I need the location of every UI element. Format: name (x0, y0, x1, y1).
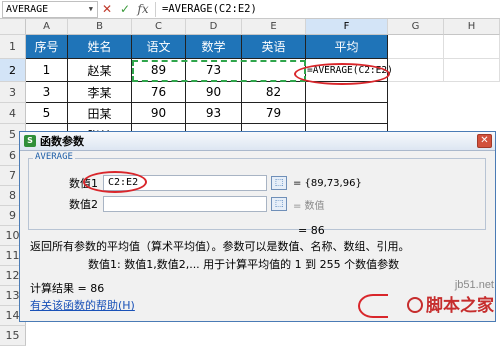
formula-input[interactable]: =AVERAGE(C2:E2) (159, 3, 257, 15)
site-logo-icon (407, 296, 423, 313)
table-cell[interactable]: 90 (186, 82, 242, 103)
table-cell[interactable] (444, 35, 500, 59)
header-cell[interactable]: 语文 (132, 35, 186, 59)
collapse-dialog-icon[interactable]: ⬚ (271, 176, 287, 190)
table-cell[interactable]: 李某 (68, 82, 132, 103)
watermark-name: 脚本之家 (426, 296, 494, 315)
annotation-ellipse (358, 294, 388, 318)
formula-bar: AVERAGE ▼ ✕ ✓ fx =AVERAGE(C2:E2) (0, 0, 500, 19)
formula-result: = 86 (298, 224, 325, 237)
arg1-input[interactable]: C2:E2 (103, 175, 267, 191)
column-header-a[interactable]: A (26, 19, 68, 35)
select-all-corner[interactable] (0, 19, 26, 35)
column-header-g[interactable]: G (388, 19, 444, 35)
table-cell[interactable] (306, 82, 388, 103)
app-logo-icon: S (24, 135, 36, 147)
column-header-e[interactable]: E (242, 19, 306, 35)
table-cell[interactable]: 1 (26, 59, 68, 82)
table-cell[interactable]: 90 (132, 103, 186, 124)
table-cell[interactable] (444, 59, 500, 82)
table-cell[interactable]: 89 (132, 59, 186, 82)
column-header-f[interactable]: F (306, 19, 388, 35)
watermark-logo: 脚本之家 (407, 291, 494, 316)
name-box[interactable]: AVERAGE ▼ (2, 0, 98, 18)
column-header-h[interactable]: H (444, 19, 500, 35)
column-header-c[interactable]: C (132, 19, 186, 35)
table-cell[interactable] (242, 59, 306, 82)
calculation-result: 计算结果 = 86 (30, 282, 105, 295)
header-cell[interactable]: 序号 (26, 35, 68, 59)
row-header[interactable]: 15 (0, 326, 26, 346)
help-link[interactable]: 有关该函数的帮助(H) (30, 297, 135, 313)
column-header-b[interactable]: B (68, 19, 132, 35)
header-cell[interactable]: 英语 (242, 35, 306, 59)
arg2-label: 数值2 (69, 198, 98, 211)
arg1-result: = {89,73,96} (293, 177, 362, 189)
row-header[interactable]: 4 (0, 103, 26, 124)
header-cell[interactable]: 姓名 (68, 35, 132, 59)
active-cell-f2[interactable]: =AVERAGE(C2:E2) (306, 59, 393, 82)
function-name: AVERAGE (33, 152, 75, 162)
cancel-icon[interactable]: ✕ (98, 2, 116, 16)
arg1-label: 数值1 (69, 177, 98, 190)
arguments-group: AVERAGE 数值1 C2:E2 ⬚ = {89,73,96} 数值2 ⬚ =… (28, 152, 486, 230)
insert-function-icon[interactable]: fx (134, 2, 152, 16)
table-cell[interactable]: 赵某 (68, 59, 132, 82)
table-cell[interactable]: 田某 (68, 103, 132, 124)
column-header-d[interactable]: D (186, 19, 242, 35)
arg2-input[interactable] (103, 196, 267, 212)
close-icon[interactable]: ✕ (477, 134, 492, 148)
table-cell[interactable]: 82 (242, 82, 306, 103)
table-cell[interactable]: 79 (242, 103, 306, 124)
watermark: jb51.net 脚本之家 (407, 279, 494, 316)
table-cell[interactable]: 76 (132, 82, 186, 103)
table-cell[interactable] (388, 35, 444, 59)
header-cell[interactable]: 数学 (186, 35, 242, 59)
header-cell[interactable]: 平均 (306, 35, 388, 59)
argument-row-2: 数值2 ⬚ = 数值 (69, 196, 325, 212)
arg2-result: = 数值 (293, 200, 325, 212)
table-cell[interactable]: 93 (186, 103, 242, 124)
function-description: 返回所有参数的平均值（算术平均值）。参数可以是数值、名称、数组、引用。 (30, 240, 410, 253)
argument-description: 数值1: 数值1,数值2,... 用于计算平均值的 1 到 255 个数值参数 (88, 258, 400, 271)
divider (155, 1, 156, 17)
row-header[interactable]: 3 (0, 82, 26, 103)
chevron-down-icon[interactable]: ▼ (89, 2, 93, 17)
enter-icon[interactable]: ✓ (116, 2, 134, 16)
argument-row-1: 数值1 C2:E2 ⬚ = {89,73,96} (69, 175, 362, 191)
row-header[interactable]: 2 (0, 59, 26, 82)
table-cell[interactable] (306, 103, 388, 124)
watermark-url: jb51.net (454, 279, 494, 291)
dialog-title: 函数参数 (40, 135, 84, 148)
table-cell[interactable]: 73 (186, 59, 242, 82)
table-cell[interactable] (388, 59, 444, 82)
dialog-titlebar[interactable]: S 函数参数 (20, 132, 495, 151)
collapse-dialog-icon[interactable]: ⬚ (271, 197, 287, 211)
name-box-value: AVERAGE (6, 3, 49, 15)
row-header[interactable]: 1 (0, 35, 26, 59)
table-cell[interactable]: 5 (26, 103, 68, 124)
table-cell[interactable]: 3 (26, 82, 68, 103)
